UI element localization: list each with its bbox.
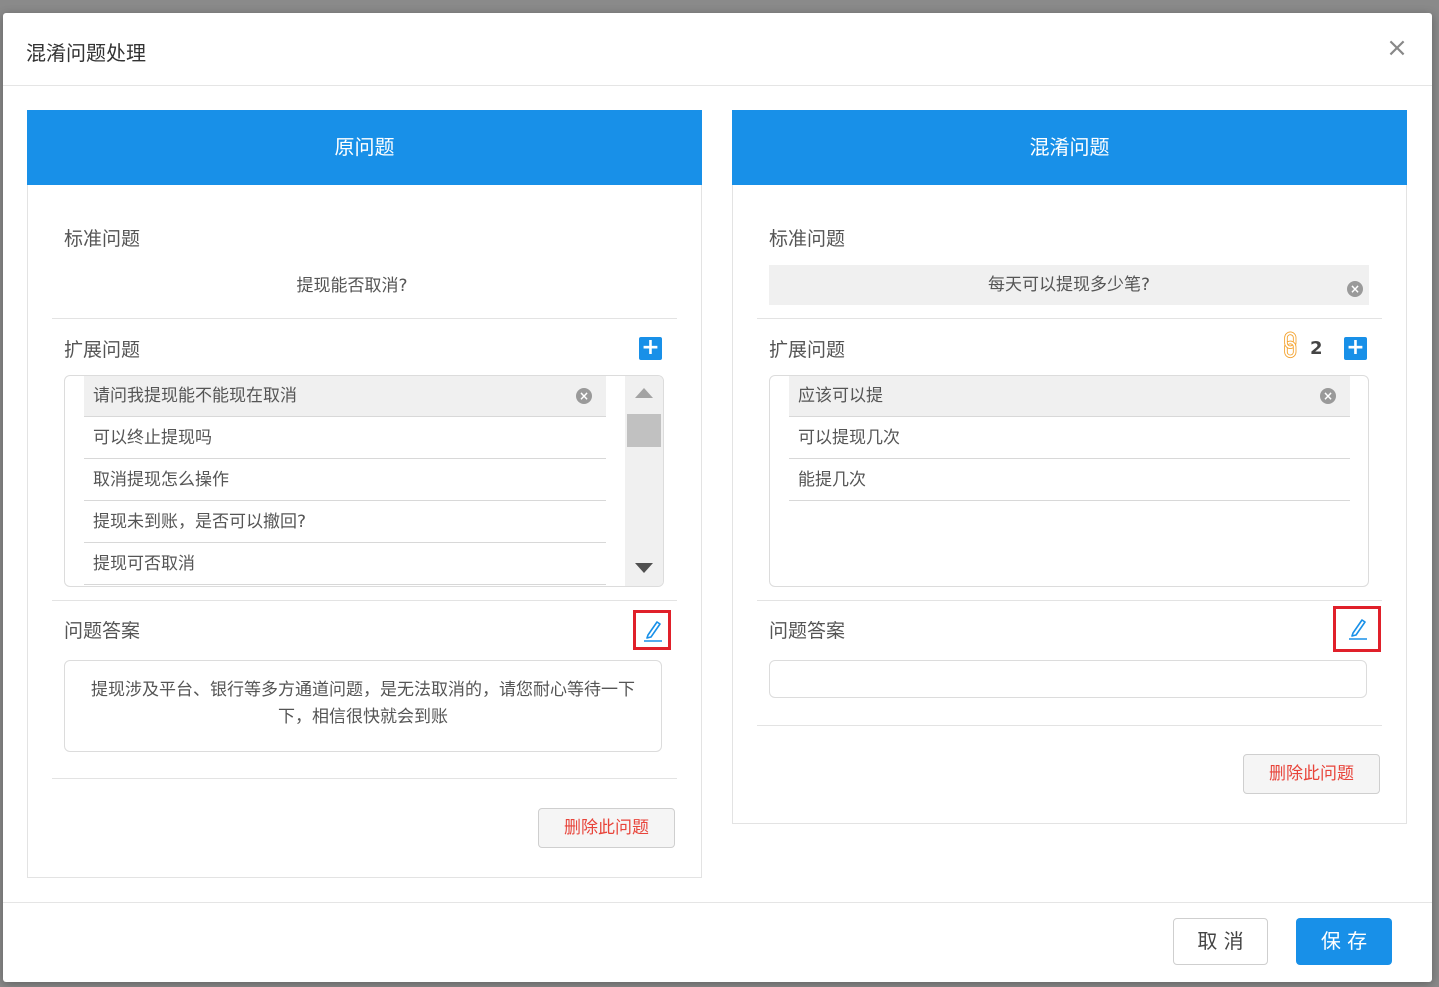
std-question-value[interactable]: 每天可以提现多少笔? ×	[769, 265, 1369, 305]
divider	[757, 600, 1382, 601]
ext-question-item[interactable]: 可以提现几次	[789, 418, 1350, 459]
original-question-panel: 原问题 标准问题 提现能否取消? 扩展问题 + 请问我提现能不能现在取消 × 可…	[27, 110, 702, 878]
ext-question-text: 可以提现几次	[798, 428, 900, 448]
add-ext-question-button[interactable]: +	[1344, 337, 1367, 360]
std-question-label: 标准问题	[769, 228, 846, 250]
panel-header-original: 原问题	[27, 110, 702, 185]
clear-icon[interactable]: ×	[1347, 281, 1363, 297]
divider	[757, 318, 1382, 319]
ext-question-text: 提现可否取消	[93, 554, 195, 574]
delete-question-button[interactable]: 删除此问题	[538, 808, 675, 848]
confusion-dialog: 混淆问题处理 × 原问题 标准问题 提现能否取消? 扩展问题 + 请问我提现能不…	[3, 13, 1432, 982]
clear-icon[interactable]: ×	[1320, 388, 1336, 404]
scrollbar[interactable]	[625, 376, 663, 586]
ext-question-text: 请问我提现能不能现在取消	[93, 386, 297, 406]
save-button[interactable]: 保 存	[1296, 918, 1392, 965]
answer-text-box[interactable]: 提现涉及平台、银行等多方通道问题，是无法取消的，请您耐心等待一下下，相信很快就会…	[64, 660, 662, 752]
divider	[52, 778, 677, 779]
answer-label: 问题答案	[769, 620, 846, 642]
answer-label: 问题答案	[64, 620, 141, 642]
ext-question-text: 取消提现怎么操作	[93, 470, 229, 490]
divider	[52, 600, 677, 601]
dialog-title: 混淆问题处理	[26, 41, 146, 65]
ext-question-item[interactable]: 应该可以提 ×	[789, 376, 1350, 417]
std-question-text: 每天可以提现多少笔?	[987, 275, 1151, 295]
ext-question-text: 提现未到账，是否可以撤回?	[93, 512, 307, 532]
scroll-thumb[interactable]	[627, 414, 661, 447]
link-icon[interactable]: 🔗︎	[1272, 327, 1309, 364]
link-count: 2	[1310, 338, 1323, 359]
ext-question-item[interactable]: 提现未到账，是否可以撤回?	[84, 502, 606, 543]
add-ext-question-button[interactable]: +	[639, 337, 662, 360]
divider	[757, 725, 1382, 726]
edit-icon	[644, 621, 662, 642]
divider	[52, 318, 677, 319]
edit-answer-button[interactable]	[1333, 606, 1381, 652]
ext-question-label: 扩展问题	[769, 339, 846, 361]
ext-question-item[interactable]: 可以终止提现吗	[84, 418, 606, 459]
edit-icon	[1349, 619, 1367, 640]
ext-question-list: 应该可以提 × 可以提现几次 能提几次	[769, 375, 1369, 587]
ext-question-text: 应该可以提	[798, 386, 883, 406]
scroll-down-icon[interactable]	[635, 563, 653, 573]
ext-question-item[interactable]: 能提几次	[789, 460, 1350, 501]
confused-question-panel: 混淆问题 标准问题 每天可以提现多少笔? × 扩展问题 🔗︎ 2 + 应该可以提…	[732, 110, 1407, 824]
edit-answer-button[interactable]	[633, 610, 671, 650]
ext-question-item[interactable]: 提现可否取消	[84, 544, 606, 585]
ext-question-item[interactable]: 取消提现怎么操作	[84, 460, 606, 501]
cancel-button[interactable]: 取 消	[1173, 918, 1268, 965]
ext-question-label: 扩展问题	[64, 339, 141, 361]
std-question-value: 提现能否取消?	[296, 276, 408, 296]
dialog-footer-divider	[3, 902, 1432, 903]
ext-question-text: 可以终止提现吗	[93, 428, 212, 448]
ext-question-text: 能提几次	[798, 470, 866, 490]
clear-icon[interactable]: ×	[576, 388, 592, 404]
dialog-header: 混淆问题处理 ×	[3, 13, 1432, 86]
scroll-up-icon[interactable]	[635, 388, 653, 398]
ext-question-list: 请问我提现能不能现在取消 × 可以终止提现吗 取消提现怎么操作 提现未到账，是否…	[64, 375, 664, 587]
delete-question-button[interactable]: 删除此问题	[1243, 754, 1380, 794]
panel-header-confused: 混淆问题	[732, 110, 1407, 185]
std-question-label: 标准问题	[64, 228, 141, 250]
answer-text-box[interactable]	[769, 660, 1367, 698]
close-icon[interactable]: ×	[1382, 33, 1412, 63]
ext-question-item[interactable]: 请问我提现能不能现在取消 ×	[84, 376, 606, 417]
